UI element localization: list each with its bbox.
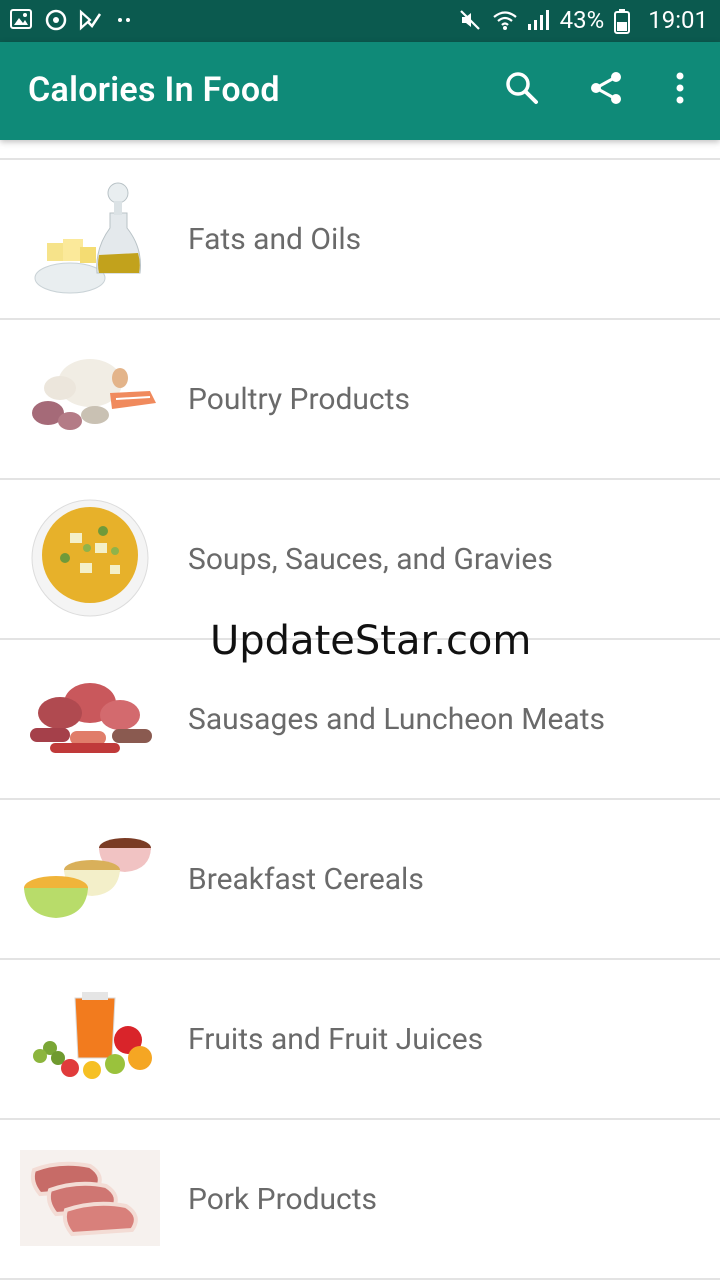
more-notifications-icon	[112, 8, 136, 32]
category-list: Fats and Oils Poultry Products Soups, Sa…	[0, 158, 720, 1280]
category-label: Pork Products	[188, 1181, 378, 1217]
oil-bottle-butter-image	[20, 172, 160, 304]
cereal-bowls-image	[20, 812, 160, 944]
app-bar: Calories In Food	[0, 42, 720, 140]
category-row-fruits[interactable]: Fruits and Fruit Juices	[0, 958, 720, 1118]
sausages-meats-image	[20, 652, 160, 784]
mute-icon	[458, 8, 482, 32]
pork-chops-image	[20, 1132, 160, 1264]
watermark-text: UpdateStar.com	[210, 618, 532, 664]
category-label: Breakfast Cereals	[188, 861, 424, 897]
more-vert-icon	[674, 71, 686, 109]
category-label: Fats and Oils	[188, 221, 362, 257]
poultry-fish-image	[20, 332, 160, 464]
search-button[interactable]	[502, 70, 542, 110]
search-icon	[505, 71, 539, 109]
sync-notification-icon	[44, 8, 68, 32]
app-title: Calories In Food	[28, 70, 280, 110]
category-row-cereals[interactable]: Breakfast Cereals	[0, 798, 720, 958]
signal-icon	[526, 8, 550, 32]
category-row-poultry[interactable]: Poultry Products	[0, 318, 720, 478]
status-bar-left	[10, 8, 136, 32]
category-row-soups[interactable]: Soups, Sauces, and Gravies	[0, 478, 720, 638]
status-bar-right: 43% 19:01	[458, 6, 708, 34]
gallery-notification-icon	[10, 8, 34, 32]
share-icon	[588, 70, 624, 110]
status-bar: 43% 19:01	[0, 0, 720, 42]
fruits-juice-image	[20, 972, 160, 1104]
tasks-notification-icon	[78, 8, 102, 32]
battery-icon	[614, 8, 638, 34]
category-row-fats-oils[interactable]: Fats and Oils	[0, 158, 720, 318]
battery-percent: 43%	[559, 6, 605, 34]
category-row-pork[interactable]: Pork Products	[0, 1118, 720, 1280]
category-label: Poultry Products	[188, 381, 410, 417]
clock: 19:01	[648, 6, 708, 34]
wifi-icon	[492, 8, 517, 32]
soup-bowl-image	[20, 492, 160, 624]
overflow-menu-button[interactable]	[660, 70, 700, 110]
share-button[interactable]	[586, 70, 626, 110]
category-label: Fruits and Fruit Juices	[188, 1021, 484, 1057]
category-label: Soups, Sauces, and Gravies	[188, 541, 553, 577]
